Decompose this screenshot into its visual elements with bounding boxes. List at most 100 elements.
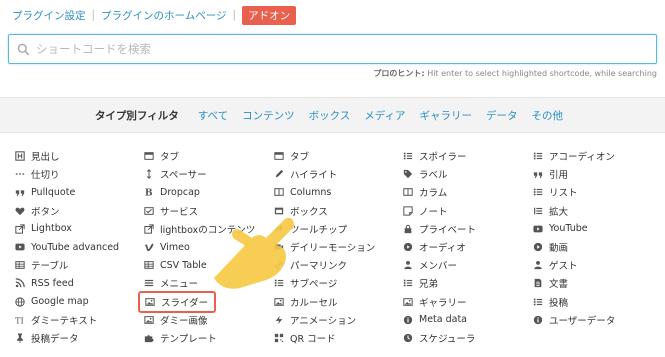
addons-button[interactable]: アドオン — [242, 5, 297, 25]
shortcode-item[interactable]: 拡大 — [532, 202, 568, 220]
shortcode-label: スケジューラ — [419, 334, 476, 345]
user-icon — [402, 259, 414, 271]
shortcode-item[interactable]: Pullquote — [14, 183, 75, 201]
shortcode-label: 仕切り — [31, 170, 60, 182]
plugin-settings-link[interactable]: プラグイン設定 — [12, 8, 86, 23]
shortcode-item[interactable]: ハイライト — [273, 165, 337, 183]
shortcode-item[interactable]: メニュー — [143, 274, 198, 292]
vimeo-icon — [143, 241, 155, 253]
shortcode-item[interactable]: TI ダミーテキスト — [14, 311, 97, 329]
shortcode-item[interactable]: Vimeo — [143, 238, 190, 256]
qrcode-icon — [273, 332, 285, 344]
shortcode-item[interactable]: Columns — [273, 183, 331, 201]
quote-icon — [14, 186, 26, 198]
shortcode-label: 見出し — [31, 152, 60, 163]
shortcode-item[interactable]: 投稿データ — [14, 329, 79, 347]
shortcode-item[interactable]: プライベート — [402, 220, 476, 238]
filter-gallery[interactable]: ギャラリー — [420, 108, 473, 123]
shortcode-label: ボックス — [290, 206, 328, 218]
shortcode-item[interactable]: リスト — [532, 183, 578, 201]
shortcode-item[interactable]: ツールチップ — [273, 220, 347, 238]
shortcode-item[interactable]: QR コード — [273, 329, 336, 347]
filter-all[interactable]: すべて — [198, 108, 228, 123]
shortcode-item[interactable]: 文書 — [532, 274, 568, 292]
thumb-tack-icon — [14, 332, 26, 344]
shortcode-item[interactable]: 仕切り — [14, 165, 60, 183]
shortcode-item[interactable]: 見出し — [14, 147, 60, 165]
shortcode-label: ツールチップ — [290, 224, 348, 236]
shortcode-item[interactable]: サービス — [143, 202, 198, 220]
shortcode-label: メンバー — [419, 261, 458, 273]
shortcode-label: QR コード — [290, 334, 336, 345]
shortcode-item[interactable]: lightboxのコンテンツ — [143, 220, 255, 238]
list-icon — [532, 186, 544, 198]
user-icon — [532, 259, 544, 271]
shortcode-item[interactable]: ユーザーデータ — [532, 311, 615, 329]
shortcode-item[interactable]: パーマリンク — [273, 256, 347, 274]
shortcode-label: 文書 — [549, 279, 569, 291]
globe-icon — [14, 296, 26, 308]
shortcode-item[interactable]: ボックス — [273, 202, 328, 220]
shortcode-item[interactable]: ギャラリー — [402, 293, 467, 311]
shortcode-item[interactable]: テーブル — [14, 256, 68, 274]
shortcode-label: カラム — [419, 188, 448, 200]
shortcode-item[interactable]: ラベル — [402, 165, 448, 183]
shortcode-item[interactable]: Lightbox — [14, 220, 72, 238]
shortcode-label: ゲスト — [549, 261, 578, 273]
shortcode-item[interactable]: デイリーモーション — [273, 238, 375, 256]
bolt-icon — [273, 314, 285, 326]
svg-text:TI: TI — [15, 315, 24, 325]
filter-data[interactable]: データ — [486, 108, 518, 123]
shortcode-item[interactable]: カルーセル — [273, 293, 338, 311]
search-input[interactable] — [36, 37, 656, 61]
shortcode-item[interactable]: サブページ — [273, 274, 337, 292]
columns-icon — [402, 186, 414, 198]
shortcode-item[interactable]: 投稿 — [532, 293, 568, 311]
shortcode-item[interactable]: ノート — [402, 202, 448, 220]
filter-box[interactable]: ボックス — [309, 108, 351, 123]
plugin-homepage-link[interactable]: プラグインのホームページ — [101, 8, 226, 23]
shortcode-label: スペーサー — [160, 170, 207, 182]
shortcode-item[interactable]: タブ — [143, 147, 179, 165]
tab-icon — [273, 150, 285, 162]
shortcode-label: プライベート — [419, 224, 477, 236]
shortcode-item[interactable]: タブ — [273, 147, 309, 165]
shortcode-item[interactable]: アコーディオン — [532, 147, 615, 165]
filter-content[interactable]: コンテンツ — [242, 108, 295, 123]
shortcode-item[interactable]: メンバー — [402, 256, 457, 274]
shortcode-label: YouTube — [549, 223, 588, 235]
shortcode-item[interactable]: ゲスト — [532, 256, 578, 274]
shortcode-label: YouTube advanced — [31, 241, 120, 253]
shortcode-item[interactable]: 動画 — [532, 238, 568, 256]
shortcode-item[interactable]: Google map — [14, 293, 89, 311]
shortcode-item[interactable]: B Dropcap — [143, 183, 200, 201]
shortcode-item[interactable]: 兄弟 — [402, 274, 438, 292]
shortcode-item[interactable]: YouTube — [532, 220, 588, 238]
shortcode-item[interactable]: スペーサー — [143, 165, 207, 183]
share-icon — [273, 223, 285, 235]
shortcode-label: ラベル — [419, 170, 448, 182]
shortcode-label: ダミー画像 — [160, 315, 208, 327]
menu-icon — [143, 277, 155, 289]
shortcode-item[interactable]: 引用 — [532, 165, 568, 183]
shortcode-item[interactable]: アニメーション — [273, 311, 356, 329]
link-separator: | — [91, 9, 96, 21]
shortcode-item[interactable]: ボタン — [14, 202, 60, 220]
filter-other[interactable]: その他 — [532, 108, 564, 123]
shortcode-label: タブ — [290, 152, 310, 163]
shortcode-item[interactable]: RSS feed — [14, 274, 74, 292]
shortcode-item[interactable]: スライダー — [138, 290, 217, 313]
shortcode-item[interactable]: Meta data — [402, 311, 467, 329]
shortcode-item[interactable]: YouTube advanced — [14, 238, 119, 256]
shortcode-item[interactable]: スポイラー — [402, 147, 467, 165]
shortcode-item[interactable]: カラム — [402, 183, 447, 201]
shortcode-item[interactable]: オーディオ — [402, 238, 466, 256]
search-box[interactable] — [8, 34, 657, 64]
shortcode-item[interactable]: スケジューラ — [402, 329, 475, 347]
heart-icon — [14, 205, 26, 217]
shortcode-item[interactable]: ダミー画像 — [143, 311, 208, 329]
filter-media[interactable]: メディア — [364, 108, 405, 123]
shortcode-item[interactable]: テンプレート — [143, 329, 217, 347]
link-separator: | — [232, 9, 237, 21]
shortcode-item[interactable]: CSV Table — [143, 256, 207, 274]
